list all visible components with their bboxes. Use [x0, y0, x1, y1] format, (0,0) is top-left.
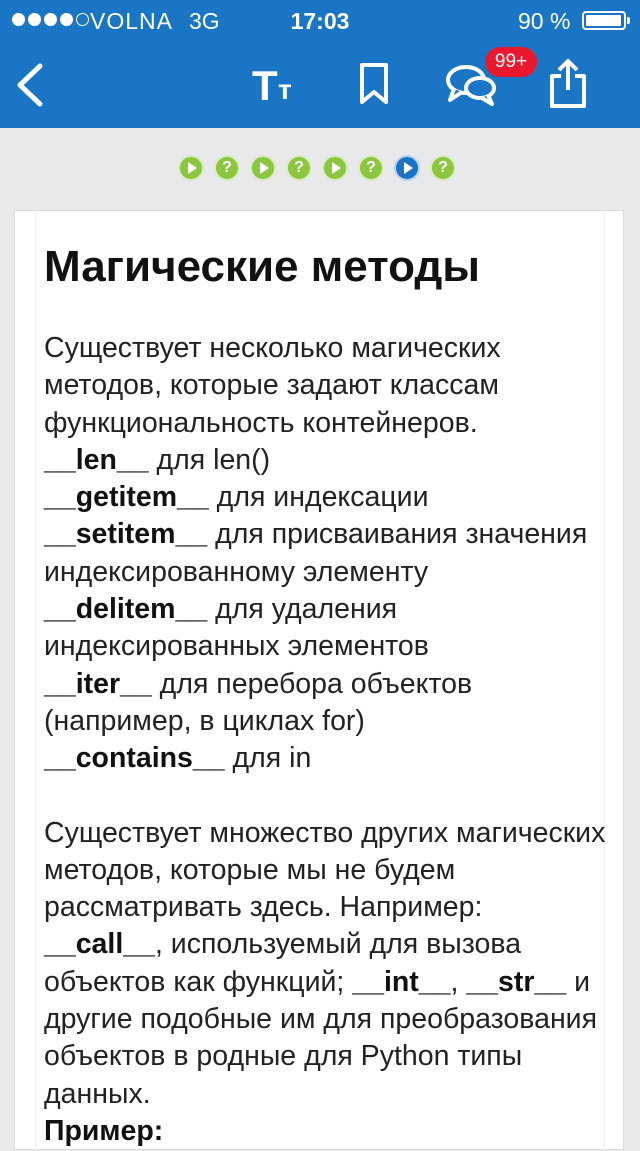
- method-name: __int__: [352, 965, 451, 998]
- example-label: Пример:: [44, 1113, 609, 1150]
- step-quiz-2[interactable]: ?: [286, 155, 312, 181]
- method-item: __setitem__ для присваивания значения ин…: [44, 516, 609, 591]
- method-name: __setitem__: [44, 518, 208, 551]
- lesson-paragraph-2: Существует множество других магических м…: [44, 815, 609, 1113]
- question-icon: ?: [366, 159, 376, 176]
- question-icon: ?: [222, 159, 232, 176]
- bookmark-button[interactable]: [356, 62, 392, 106]
- step-lesson-current[interactable]: [394, 155, 420, 181]
- share-icon: [550, 59, 586, 108]
- lesson-body: Существует несколько магических методов,…: [44, 330, 609, 1150]
- method-item: __delitem__ для удаления индексированных…: [44, 591, 609, 666]
- method-desc: для индексации: [208, 481, 429, 514]
- method-item: __iter__ для перебора объектов (например…: [44, 666, 609, 741]
- battery-percent: 90 %: [518, 8, 571, 34]
- app-header: VOLNA 3G 17:03 90 % T т 99+: [0, 0, 640, 128]
- method-name: __call__: [44, 928, 155, 961]
- lesson-intro: Существует несколько магических методов,…: [44, 332, 501, 439]
- font-size-button[interactable]: T т: [252, 62, 308, 109]
- font-size-icon-small: т: [278, 74, 292, 105]
- chevron-left-icon: [17, 63, 43, 107]
- step-quiz-1[interactable]: ?: [214, 155, 240, 181]
- question-icon: ?: [294, 159, 304, 176]
- step-lesson-1[interactable]: [178, 155, 204, 181]
- method-name: __str__: [466, 965, 567, 998]
- font-size-icon-large: T: [252, 62, 278, 109]
- method-desc: для len(): [148, 443, 271, 476]
- battery-icon: [582, 11, 630, 30]
- text-span: Существует множество других магических м…: [44, 816, 606, 924]
- method-name: __iter__: [44, 667, 152, 700]
- method-name: __getitem__: [44, 481, 209, 514]
- play-icon: [188, 162, 197, 174]
- method-item: __contains__ для in: [44, 740, 609, 777]
- method-name: __contains__: [44, 742, 225, 775]
- lesson-progress: ? ? ? ?: [178, 155, 456, 181]
- question-icon: ?: [438, 159, 448, 176]
- step-quiz-4[interactable]: ?: [430, 155, 456, 181]
- method-name: __len__: [44, 443, 149, 476]
- bookmark-icon: [360, 63, 388, 104]
- step-quiz-3[interactable]: ?: [358, 155, 384, 181]
- text-span: ,: [450, 965, 467, 998]
- method-name: __delitem__: [44, 593, 208, 626]
- method-item: __getitem__ для индексации: [44, 479, 609, 516]
- share-button[interactable]: [548, 58, 588, 110]
- status-bar: VOLNA 3G 17:03 90 %: [0, 0, 640, 40]
- example-label-text: Пример:: [44, 1114, 164, 1147]
- method-item: __len__ для len(): [44, 442, 609, 479]
- comments-count-badge: 99+: [485, 47, 537, 77]
- step-lesson-3[interactable]: [322, 155, 348, 181]
- play-icon: [260, 162, 269, 174]
- method-desc: для in: [224, 742, 312, 775]
- play-icon: [404, 162, 413, 174]
- play-icon: [332, 162, 341, 174]
- step-lesson-2[interactable]: [250, 155, 276, 181]
- back-button[interactable]: [12, 60, 52, 110]
- lesson-title: Магические методы: [44, 242, 480, 291]
